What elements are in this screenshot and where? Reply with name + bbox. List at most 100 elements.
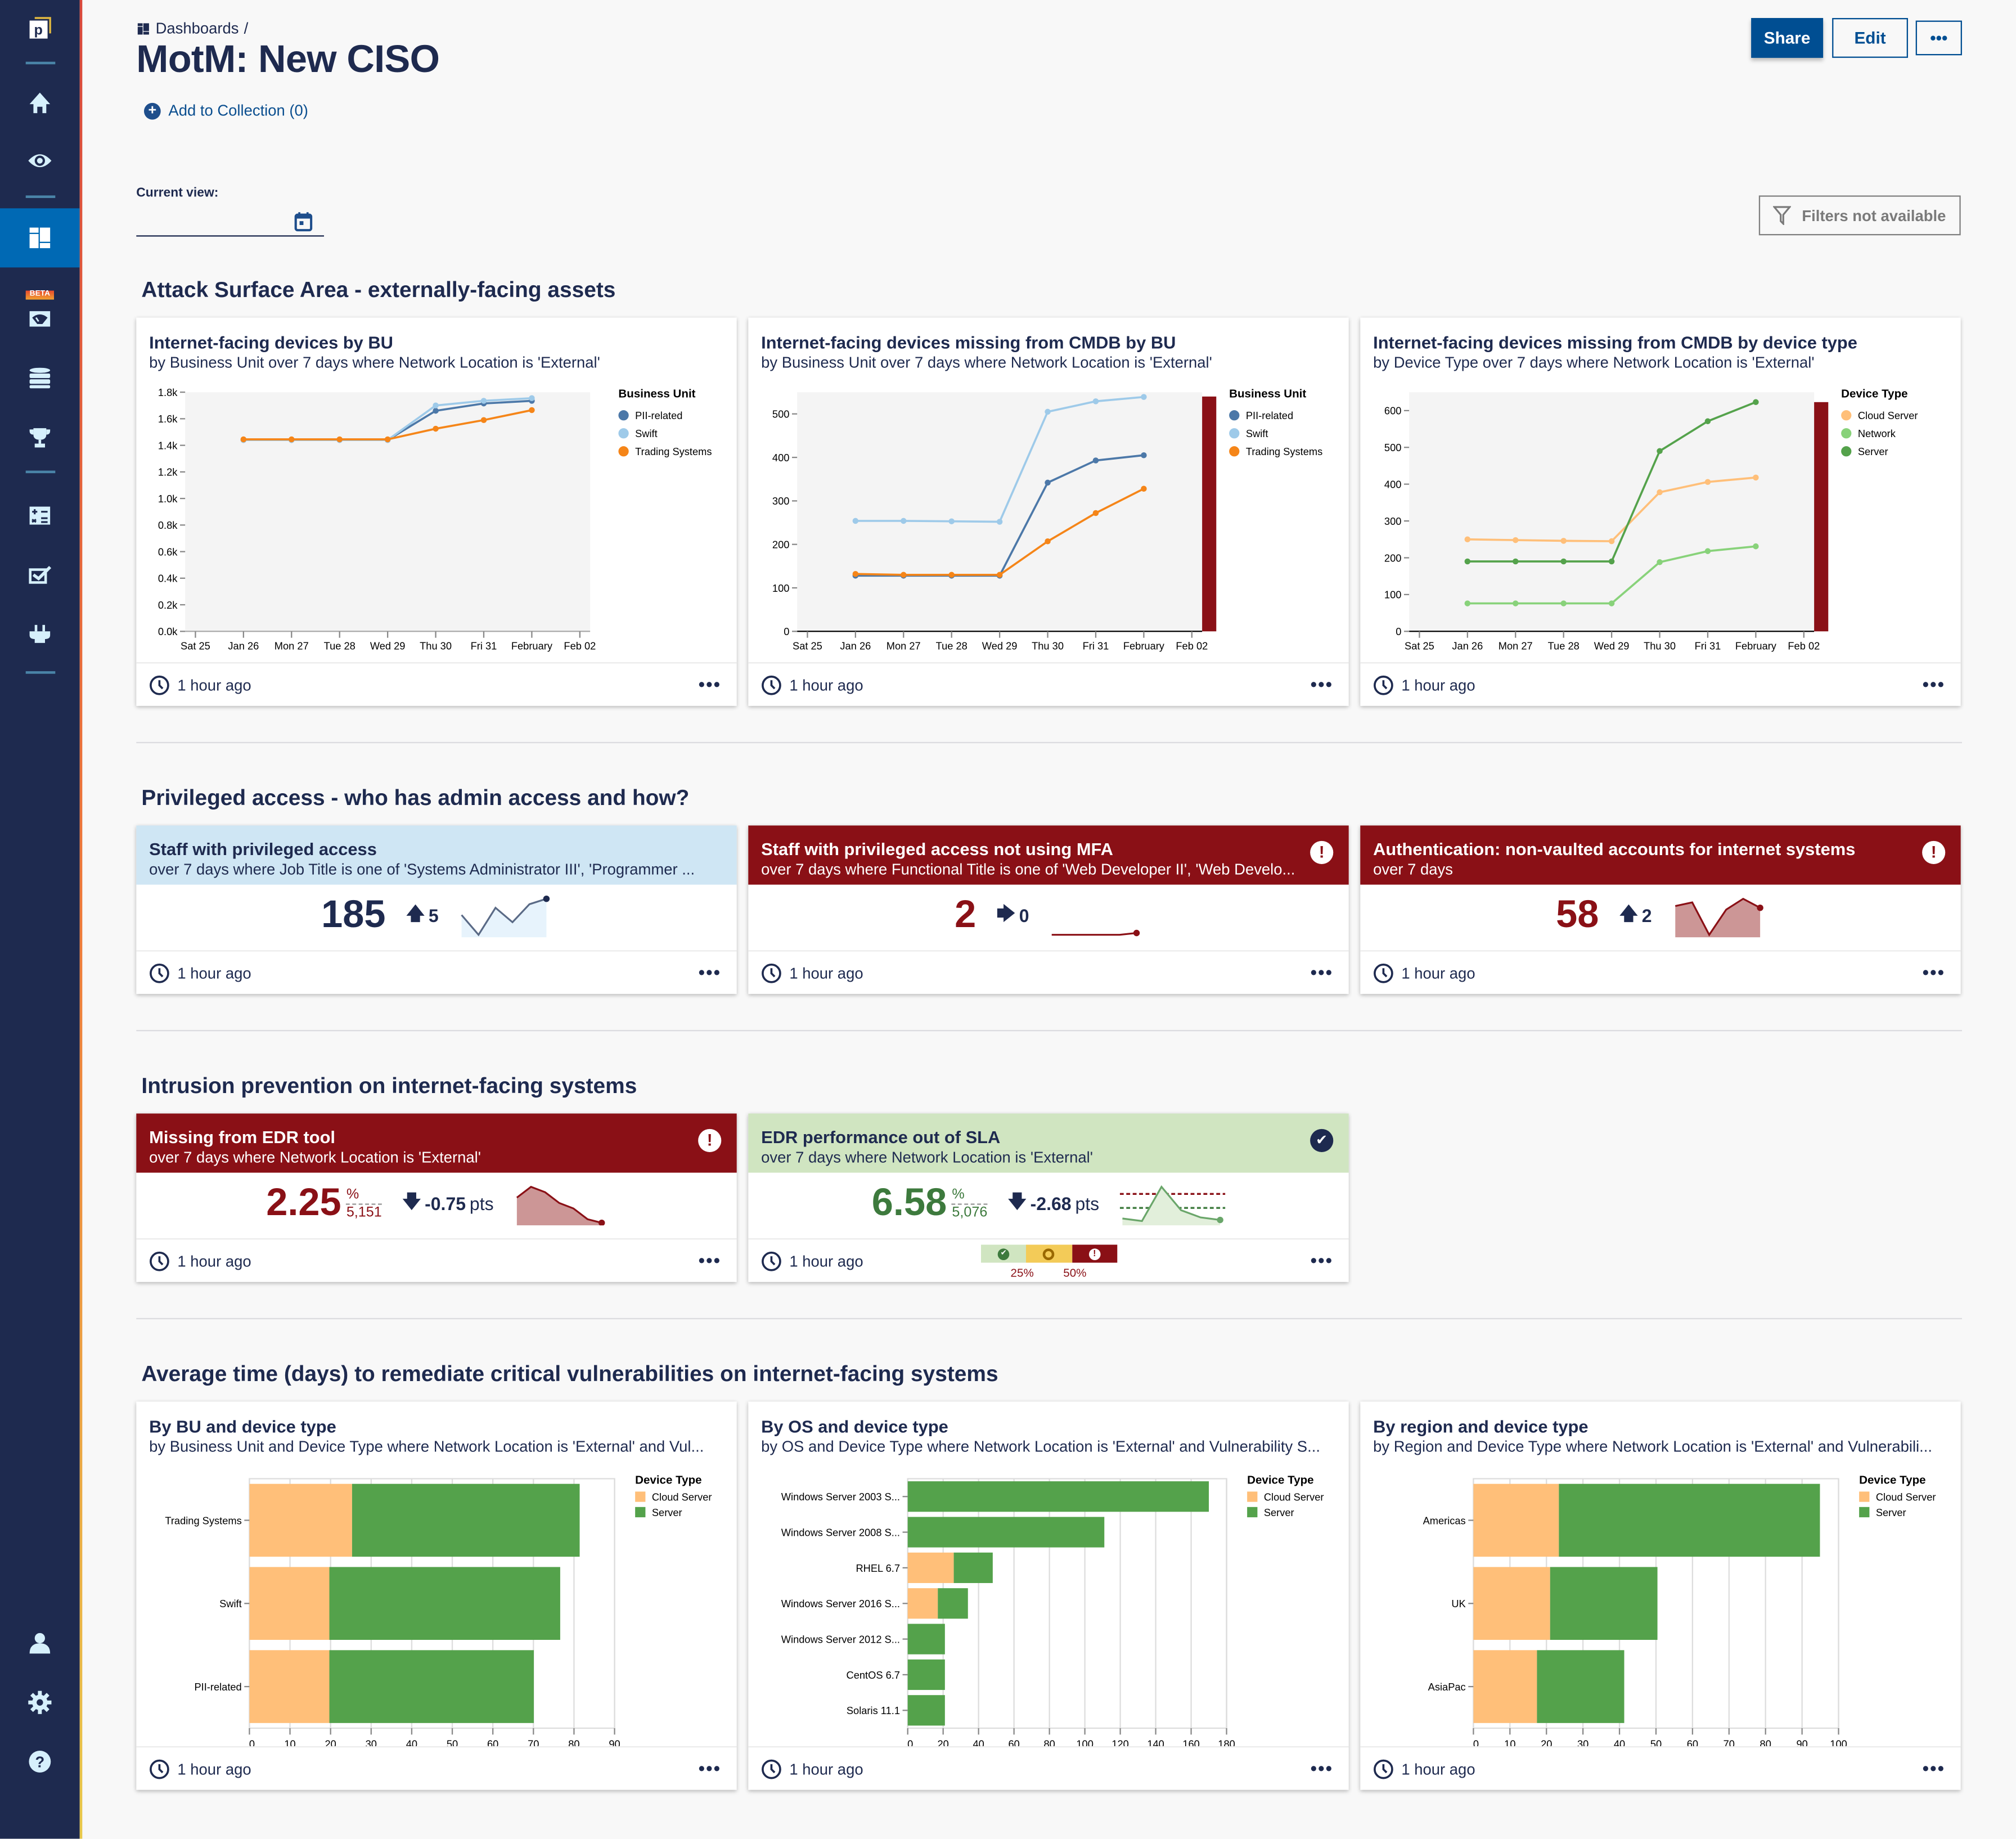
kpi-delta-value: 5	[428, 905, 439, 926]
legend-title: Device Type	[1247, 1474, 1314, 1487]
bar-segment	[1537, 1650, 1624, 1723]
sidebar-item-gauge[interactable]	[0, 293, 80, 344]
y-tick-label: 400	[772, 452, 789, 464]
sidebar-item-views[interactable]	[0, 135, 80, 186]
kpi-denominator: 5,151	[346, 1204, 382, 1221]
line-chart-card: Internet-facing devices missing from CMD…	[748, 317, 1349, 706]
card-menu-button[interactable]: •••	[1923, 1758, 1945, 1779]
bar-segment	[329, 1650, 534, 1723]
sidebar-item-settings[interactable]	[0, 1677, 80, 1728]
card-menu-button[interactable]: •••	[699, 674, 721, 695]
card-subtitle: over 7 days where Network Location is 'E…	[761, 1148, 1093, 1167]
sidebar-item-integrations[interactable]	[0, 608, 80, 659]
card-menu-button[interactable]: •••	[1311, 1758, 1333, 1779]
card-menu-button[interactable]: •••	[699, 962, 721, 983]
card-title: Authentication: non-vaulted accounts for…	[1373, 839, 1856, 859]
sidebar-separator	[25, 671, 56, 674]
current-view-date-input[interactable]	[136, 210, 324, 237]
logo-icon[interactable]: p	[0, 3, 80, 54]
card-menu-button[interactable]: •••	[699, 1250, 721, 1271]
data-point	[480, 417, 487, 423]
filters-button[interactable]: Filters not available	[1758, 195, 1961, 236]
bar-chart-by-os[interactable]: 0 20 40 60 80 100 120 140 160 180 Windows Server 2…	[748, 1461, 1348, 1746]
calendar-icon[interactable]	[294, 212, 313, 232]
y-tick-label: Windows Server 2016 S...	[781, 1598, 900, 1609]
sparkline-endpoint	[1217, 1216, 1223, 1224]
kpi-body: 2.25 % 5,151 🡇 -0.75 pts	[136, 1173, 736, 1235]
x-tick-label: 10	[1504, 1738, 1515, 1746]
sparkline	[1052, 929, 1141, 937]
clock-icon	[762, 675, 781, 695]
kpi-card: EDR performance out of SLA over 7 days wh…	[748, 1113, 1349, 1282]
y-tick-label: 1.0k	[158, 493, 178, 505]
bar-segment	[1559, 1483, 1820, 1557]
card-menu-button[interactable]: •••	[1923, 674, 1945, 695]
sidebar-item-profile[interactable]	[0, 1617, 80, 1669]
kpi-delta-value: 0	[1019, 905, 1029, 926]
card-menu-button[interactable]: •••	[1311, 962, 1333, 983]
sparkline-endpoint	[1756, 904, 1763, 911]
sidebar-item-achievements[interactable]	[0, 411, 80, 462]
data-point	[1560, 600, 1567, 606]
kpi-delta-value: -2.68	[1030, 1193, 1072, 1214]
x-tick-label: 20	[938, 1738, 949, 1746]
bar-segment	[907, 1588, 938, 1619]
card-menu-button[interactable]: •••	[699, 1758, 721, 1779]
more-options-button[interactable]: •••	[1915, 20, 1962, 56]
bar-chart-card: By OS and device type by OS and Device Ty…	[748, 1401, 1349, 1790]
data-point	[1560, 538, 1567, 544]
x-tick-label: Wed 29	[370, 640, 406, 651]
data-point	[852, 570, 859, 577]
x-tick-label: Sat 25	[181, 640, 210, 651]
legend-label: Network	[1858, 428, 1896, 439]
last-updated: 1 hour ago	[789, 1759, 863, 1778]
card-subtitle: by Device Type over 7 days where Network…	[1373, 353, 1815, 372]
database-icon	[29, 367, 51, 389]
x-tick-label: 60	[487, 1738, 498, 1746]
sidebar-item-data[interactable]	[0, 352, 80, 403]
card-footer: 1 hour ago •••	[748, 1238, 1349, 1282]
legend-label: Server	[1876, 1507, 1906, 1518]
sidebar-item-help[interactable]: ?	[0, 1736, 80, 1787]
x-tick-label: 80	[568, 1738, 579, 1746]
legend-swatch	[1247, 1507, 1258, 1518]
bar-segment	[1550, 1567, 1658, 1640]
card-menu-button[interactable]: •••	[1311, 1250, 1333, 1271]
line-chart-missing-cmdb-by-type[interactable]: 0 100 200 300 400 500 600 Sat 25 Jan 26 Mon 27 Tue…	[1360, 375, 1960, 664]
sparkline	[1675, 897, 1763, 938]
edit-button[interactable]: Edit	[1832, 17, 1908, 58]
x-tick-label: Sat 25	[1405, 640, 1434, 651]
line-chart-devices-by-bu[interactable]: 0.0k 0.2k 0.4k 0.6k 0.8k 1.0k 1.2k 1.4k 1.6k 1.8k…	[136, 375, 736, 664]
legend-title: Device Type	[635, 1474, 701, 1487]
line-chart-missing-cmdb-by-bu[interactable]: 0 100 200 300 400 500 Sat 25 Jan 26 Mon 27 Tue 28…	[748, 375, 1348, 664]
share-button[interactable]: Share	[1751, 17, 1824, 58]
card-menu-button[interactable]: •••	[1923, 962, 1945, 983]
bar-chart-by-region[interactable]: 0 10 20 30 40 50 60 70 80 90 100 Americas UK AsiaPac D…	[1360, 1461, 1960, 1746]
x-tick-label: 40	[406, 1738, 417, 1746]
sidebar-item-home[interactable]	[0, 77, 80, 128]
x-tick-label: February	[1123, 640, 1165, 651]
sidebar-item-metrics[interactable]	[0, 490, 80, 541]
legend-label: Swift	[1246, 428, 1268, 439]
card-footer: 1 hour ago •••	[136, 1746, 737, 1790]
data-point	[1141, 485, 1147, 492]
bar-chart-by-bu[interactable]: 0 10 20 30 40 50 60 70 80 90 Trading Systems Swift P…	[136, 1461, 736, 1746]
data-point	[1657, 489, 1663, 496]
data-point	[1753, 474, 1759, 481]
y-tick-label: 0.6k	[158, 546, 178, 557]
y-tick-label: 0.4k	[158, 573, 178, 584]
card-menu-button[interactable]: •••	[1311, 674, 1333, 695]
sparkline-endpoint	[543, 895, 550, 902]
checkbox-icon	[29, 566, 52, 584]
card-subtitle: over 7 days	[1373, 860, 1453, 879]
breadcrumb-dashboards-link[interactable]: Dashboards	[156, 19, 239, 37]
data-point	[1513, 558, 1519, 565]
legend-swatch	[618, 410, 629, 421]
section-title-remediation-time: Average time (days) to remediate critica…	[141, 1361, 998, 1386]
data-point	[948, 572, 955, 578]
sidebar-item-tasks[interactable]	[0, 549, 80, 600]
x-tick-label: Thu 30	[420, 640, 452, 651]
y-tick-label: 100	[1384, 589, 1401, 601]
add-to-collection-link[interactable]: + Add to Collection (0)	[143, 102, 308, 120]
legend-label: Trading Systems	[635, 446, 712, 457]
